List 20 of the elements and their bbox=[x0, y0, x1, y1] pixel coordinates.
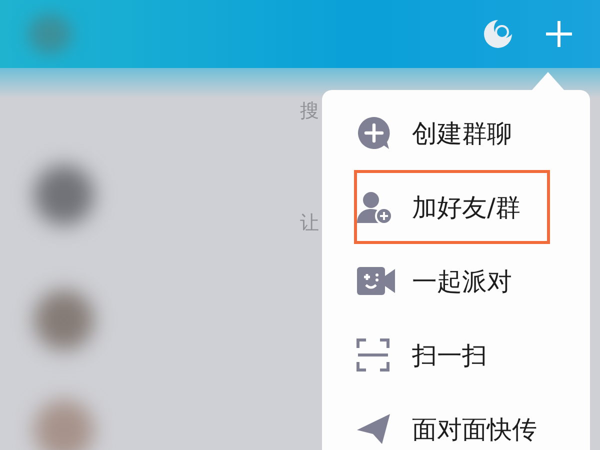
background-text: 搜 bbox=[300, 99, 319, 124]
crescent-logo-icon[interactable] bbox=[482, 19, 514, 49]
menu-item[interactable]: 一起派对 bbox=[322, 244, 582, 318]
menu-item[interactable]: 创建群聊 bbox=[322, 96, 582, 170]
background-text: 让 bbox=[300, 211, 319, 236]
chat-plus-icon bbox=[356, 115, 392, 151]
paper-plane-icon bbox=[356, 412, 392, 446]
person-add-icon bbox=[356, 189, 394, 225]
menu-item-label[interactable]: 一起派对 bbox=[412, 264, 512, 298]
menu-item-label[interactable]: 扫一扫 bbox=[412, 338, 487, 372]
menu-item-label[interactable]: 加好友/群 bbox=[412, 190, 520, 224]
menu-item-label[interactable]: 面对面快传 bbox=[412, 412, 537, 446]
avatar-placeholder bbox=[34, 165, 94, 225]
plus-icon[interactable] bbox=[544, 19, 574, 49]
menu-item[interactable]: 扫一扫 bbox=[322, 318, 582, 392]
video-camera-icon bbox=[356, 266, 396, 296]
avatar-placeholder bbox=[34, 290, 94, 350]
menu-item-label[interactable]: 创建群聊 bbox=[412, 116, 512, 150]
scan-icon bbox=[356, 338, 390, 372]
menu-item[interactable]: 面对面快传 bbox=[322, 392, 582, 450]
